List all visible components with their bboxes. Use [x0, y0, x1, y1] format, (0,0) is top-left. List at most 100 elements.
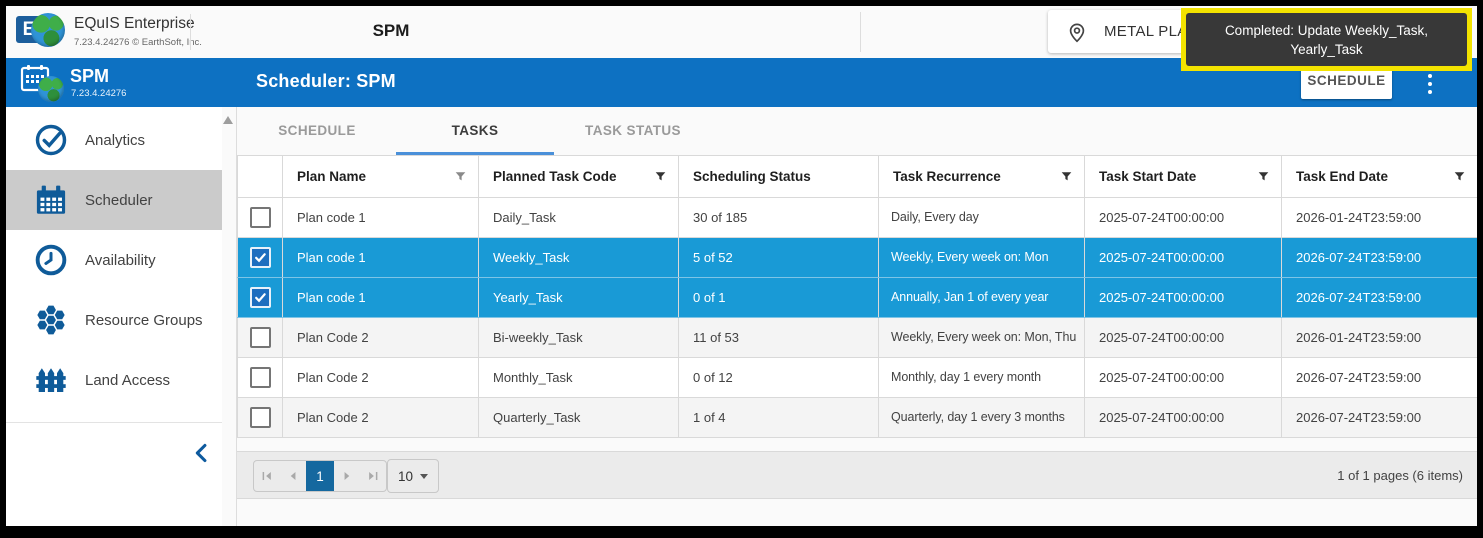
table-row[interactable]: Plan Code 2Monthly_Task0 of 12Monthly, d…: [238, 358, 1478, 398]
cell-end: 2026-01-24T23:59:00: [1282, 198, 1478, 238]
checkbox-cell: [238, 278, 283, 318]
column-header-task-recurrence: Task Recurrence: [879, 156, 1085, 198]
cell-recurrence: Daily, Every day: [879, 198, 1085, 238]
sidebar-item-label: Scheduler: [85, 192, 153, 209]
tab-schedule[interactable]: SCHEDULE: [238, 107, 396, 155]
column-header-label: Task Recurrence: [893, 169, 1001, 184]
brand-block: EQuIS Enterprise 7.23.4.24276 © EarthSof…: [74, 15, 202, 48]
table-row[interactable]: Plan code 1Weekly_Task5 of 52Weekly, Eve…: [238, 238, 1478, 278]
chevron-left-icon: [188, 439, 216, 467]
tasks-table: Plan Name Planned Task Code Scheduling Sta…: [237, 155, 1477, 438]
clock-icon: [33, 242, 69, 278]
app-name: EQuIS Enterprise: [74, 15, 202, 33]
cell-recurrence: Weekly, Every week on: Mon, Thu: [879, 318, 1085, 358]
app-window: E EQuIS Enterprise 7.23.4.24276 © EarthS…: [6, 6, 1477, 526]
tab-tasks[interactable]: TASKS: [396, 107, 554, 155]
row-checkbox[interactable]: [250, 367, 271, 388]
page-size-dropdown[interactable]: 10: [387, 459, 439, 493]
cell-end: 2026-07-24T23:59:00: [1282, 358, 1478, 398]
globe-icon: [38, 76, 64, 102]
pager-page-1[interactable]: 1: [306, 461, 334, 491]
sidebar-item-availability[interactable]: Availability: [6, 230, 222, 290]
cell-status: 1 of 4: [679, 398, 879, 438]
checkbox-cell: [238, 318, 283, 358]
table-row[interactable]: Plan code 1Daily_Task30 of 185Daily, Eve…: [238, 198, 1478, 238]
sidebar-item-label: Land Access: [85, 372, 170, 389]
cell-end: 2026-07-24T23:59:00: [1282, 278, 1478, 318]
scheduler-page-title: Scheduler: SPM: [256, 71, 396, 92]
cell-recurrence: Weekly, Every week on: Mon: [879, 238, 1085, 278]
pager-summary: 1 of 1 pages (6 items): [1337, 452, 1463, 500]
sidebar-app-title: SPM: [70, 66, 109, 87]
filter-icon[interactable]: [653, 169, 668, 184]
filter-icon[interactable]: [1452, 169, 1467, 184]
cell-start: 2025-07-24T00:00:00: [1085, 398, 1282, 438]
globe-icon: [31, 13, 65, 47]
column-header-label: Planned Task Code: [493, 169, 617, 184]
column-header-plan-name: Plan Name: [283, 156, 479, 198]
pager-last-button[interactable]: [360, 461, 386, 491]
cell-recurrence: Monthly, day 1 every month: [879, 358, 1085, 398]
pager-bar: 1 10 1 of 1 pages (6 items): [237, 451, 1477, 499]
sidebar-item-label: Availability: [85, 252, 156, 269]
table-header-row: Plan Name Planned Task Code Scheduling Sta…: [238, 156, 1478, 198]
screenshot-frame: E EQuIS Enterprise 7.23.4.24276 © EarthS…: [0, 0, 1483, 538]
row-checkbox[interactable]: [250, 207, 271, 228]
sidebar-item-resource-groups[interactable]: Resource Groups: [6, 290, 222, 350]
cell-status: 0 of 12: [679, 358, 879, 398]
app-version: 7.23.4.24276 © EarthSoft, Inc.: [74, 37, 202, 48]
cell-task-code: Weekly_Task: [479, 238, 679, 278]
sidebar-item-analytics[interactable]: Analytics: [6, 110, 222, 170]
column-header-planned-task-code: Planned Task Code: [479, 156, 679, 198]
pager-first-button[interactable]: [254, 461, 280, 491]
sidebar-item-scheduler[interactable]: Scheduler: [6, 170, 222, 230]
cell-plan-name: Plan code 1: [283, 198, 479, 238]
cell-end: 2026-07-24T23:59:00: [1282, 398, 1478, 438]
cell-end: 2026-01-24T23:59:00: [1282, 318, 1478, 358]
row-checkbox[interactable]: [250, 327, 271, 348]
cell-plan-name: Plan code 1: [283, 278, 479, 318]
highlight-annotation: Completed: Update Weekly_Task, Yearly_Ta…: [1181, 8, 1472, 71]
table-body: Plan code 1Daily_Task30 of 185Daily, Eve…: [238, 198, 1478, 438]
divider: [860, 12, 861, 52]
table-row[interactable]: Plan Code 2Bi-weekly_Task11 of 53Weekly,…: [238, 318, 1478, 358]
row-checkbox[interactable]: [250, 407, 271, 428]
filter-icon[interactable]: [453, 169, 468, 184]
sidebar-item-land-access[interactable]: Land Access: [6, 350, 222, 410]
table-row[interactable]: Plan Code 2Quarterly_Task1 of 4Quarterly…: [238, 398, 1478, 438]
cell-task-code: Monthly_Task: [479, 358, 679, 398]
column-header-task-end-date: Task End Date: [1282, 156, 1478, 198]
cell-recurrence: Annually, Jan 1 of every year: [879, 278, 1085, 318]
more-options-kebab-icon[interactable]: [1418, 69, 1442, 96]
cell-plan-name: Plan Code 2: [283, 398, 479, 438]
sidebar: Analytics Scheduler Availability Resource G…: [6, 107, 236, 526]
pager-prev-icon: [286, 469, 300, 483]
pager-next-button[interactable]: [334, 461, 360, 491]
sidebar-collapse-button[interactable]: [188, 439, 216, 467]
cell-start: 2025-07-24T00:00:00: [1085, 198, 1282, 238]
divider: [190, 14, 191, 50]
filter-icon[interactable]: [1256, 169, 1271, 184]
table-row[interactable]: Plan code 1Yearly_Task0 of 1Annually, Ja…: [238, 278, 1478, 318]
hexagon-cluster-icon: [33, 302, 69, 338]
checkbox-cell: [238, 358, 283, 398]
chevron-down-icon: [420, 474, 428, 479]
column-header-scheduling-status: Scheduling Status: [679, 156, 879, 198]
sidebar-item-label: Resource Groups: [85, 312, 203, 329]
row-checkbox[interactable]: [250, 247, 271, 268]
tab-task-status[interactable]: TASK STATUS: [554, 107, 712, 155]
tab-strip: SCHEDULETASKSTASK STATUS: [238, 107, 712, 155]
filter-icon[interactable]: [1059, 169, 1074, 184]
row-checkbox[interactable]: [250, 287, 271, 308]
scroll-up-arrow-icon[interactable]: [223, 116, 233, 124]
pager-prev-button[interactable]: [280, 461, 306, 491]
cell-task-code: Bi-weekly_Task: [479, 318, 679, 358]
pager-next-icon: [340, 469, 354, 483]
sidebar-scroll-track[interactable]: [222, 107, 236, 526]
calendar-icon: [33, 182, 69, 218]
cell-status: 30 of 185: [679, 198, 879, 238]
toast-notification: Completed: Update Weekly_Task, Yearly_Ta…: [1186, 13, 1467, 66]
cell-status: 5 of 52: [679, 238, 879, 278]
checkbox-cell: [238, 238, 283, 278]
select-column-header: [238, 156, 283, 198]
